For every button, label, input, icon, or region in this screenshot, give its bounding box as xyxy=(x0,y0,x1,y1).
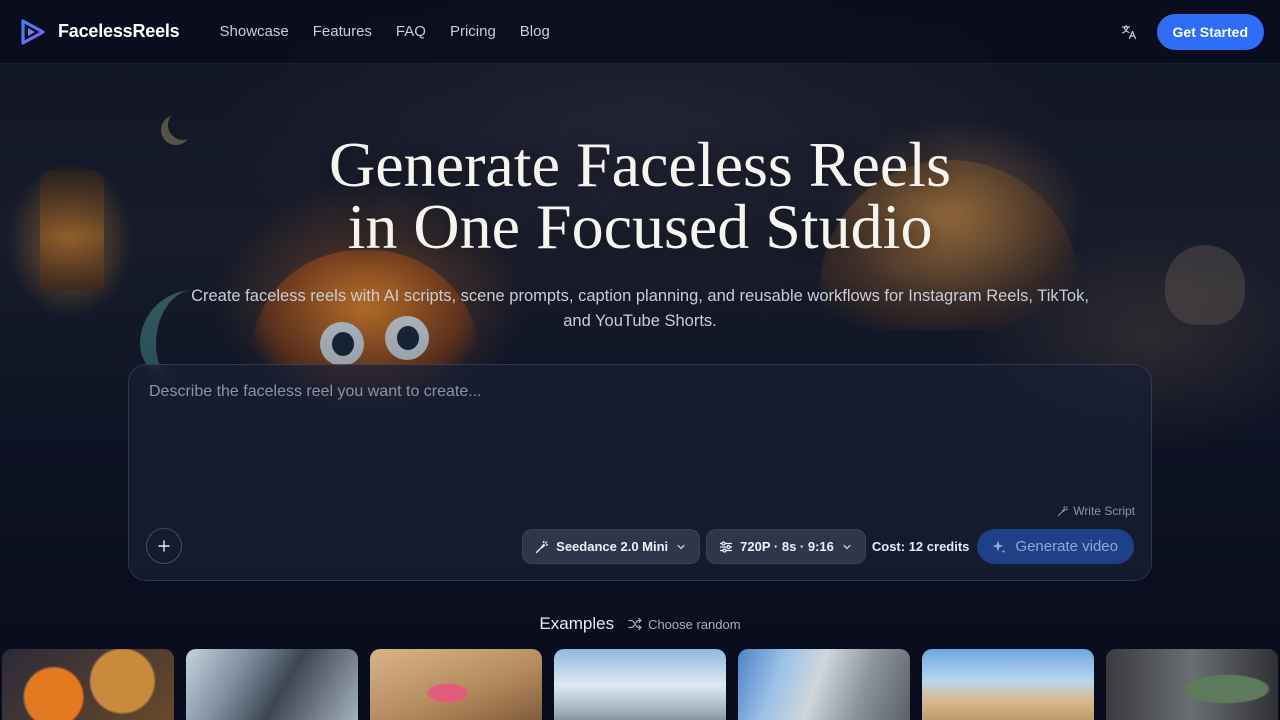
sliders-icon xyxy=(720,540,733,553)
hero-title-line-1: Generate Faceless Reels xyxy=(329,129,951,200)
model-selector[interactable]: Seedance 2.0 Mini xyxy=(522,529,701,564)
page: FacelessReels Showcase Features FAQ Pric… xyxy=(0,0,1280,720)
header-actions: Get Started xyxy=(1117,13,1264,50)
brand-name: FacelessReels xyxy=(58,21,180,41)
chevron-down-icon xyxy=(843,544,851,549)
magic-wand-icon xyxy=(536,540,549,553)
generate-video-label: Generate video xyxy=(1015,538,1118,555)
example-thumbnail[interactable] xyxy=(2,649,174,720)
composer-panel: Write Script Seedance 2.0 Mini xyxy=(128,364,1152,581)
sparkle-icon xyxy=(992,540,1006,553)
generate-video-button[interactable]: Generate video xyxy=(977,529,1134,564)
example-thumbnail[interactable] xyxy=(922,649,1094,720)
site-header: FacelessReels Showcase Features FAQ Pric… xyxy=(0,0,1280,64)
nav-pricing[interactable]: Pricing xyxy=(450,23,496,40)
examples-gallery xyxy=(2,649,1278,720)
example-thumbnail[interactable] xyxy=(186,649,358,720)
examples-title: Examples xyxy=(539,614,615,633)
nav-showcase[interactable]: Showcase xyxy=(220,23,289,40)
choose-random-button[interactable]: Choose random xyxy=(628,617,741,632)
example-thumbnail[interactable] xyxy=(1106,649,1278,720)
nav-features[interactable]: Features xyxy=(313,23,372,40)
composer-controls: Seedance 2.0 Mini 720P · 8s · 9:16 Cost:… xyxy=(522,529,1134,564)
main-nav: Showcase Features FAQ Pricing Blog xyxy=(220,23,550,40)
example-thumbnail[interactable] xyxy=(370,649,542,720)
video-settings-selector[interactable]: 720P · 8s · 9:16 xyxy=(706,529,866,564)
examples-header: Examples Choose random xyxy=(0,614,1280,634)
example-thumbnail[interactable] xyxy=(554,649,726,720)
hero-title: Generate Faceless Reels in One Focused S… xyxy=(0,133,1280,259)
get-started-button[interactable]: Get Started xyxy=(1156,13,1264,50)
plus-icon xyxy=(158,540,170,552)
magic-wand-icon xyxy=(1058,505,1069,517)
language-button[interactable] xyxy=(1117,20,1141,44)
example-thumbnail[interactable] xyxy=(738,649,910,720)
brand-logo[interactable]: FacelessReels xyxy=(18,18,180,46)
write-script-label: Write Script xyxy=(1073,504,1135,518)
model-label: Seedance 2.0 Mini xyxy=(556,539,669,554)
cost-label: Cost: 12 credits xyxy=(871,539,970,554)
choose-random-label: Choose random xyxy=(648,616,741,632)
video-settings-label: 720P · 8s · 9:16 xyxy=(740,539,834,554)
shuffle-icon xyxy=(628,617,642,631)
chevron-down-icon xyxy=(677,544,685,549)
add-attachment-button[interactable] xyxy=(146,528,182,564)
translate-icon xyxy=(1121,24,1136,39)
background-shade xyxy=(0,0,1280,720)
nav-faq[interactable]: FAQ xyxy=(396,23,426,40)
play-logo-icon xyxy=(21,18,45,45)
write-script-button[interactable]: Write Script xyxy=(1057,504,1135,518)
hero-title-line-2: in One Focused Studio xyxy=(347,191,933,262)
prompt-input[interactable] xyxy=(149,383,1129,483)
nav-blog[interactable]: Blog xyxy=(520,23,550,40)
hero-subtitle: Create faceless reels with AI scripts, s… xyxy=(191,287,1089,330)
